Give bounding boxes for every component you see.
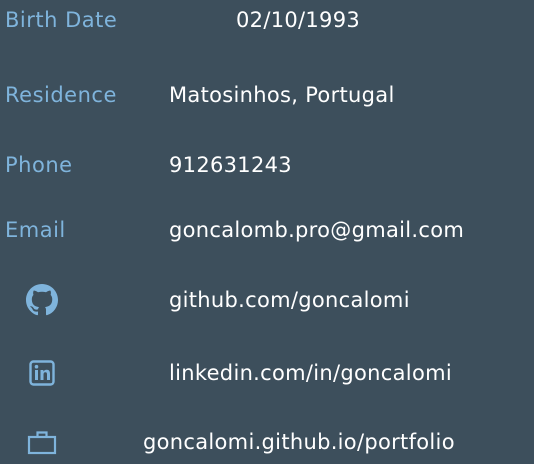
birth-date-label: Birth Date <box>5 8 118 32</box>
residence-label: Residence <box>5 83 117 107</box>
residence-row: Residence Matosinhos, Portugal <box>0 75 534 115</box>
portfolio-row: goncalomi.github.io/portfolio <box>0 422 534 462</box>
linkedin-icon <box>22 353 62 393</box>
contact-info-card: Birth Date 02/10/1993 Residence Matosinh… <box>0 0 534 464</box>
github-link[interactable]: github.com/goncalomi <box>169 280 410 320</box>
linkedin-row: linkedin.com/in/goncalomi <box>0 353 534 393</box>
birth-date-row: Birth Date 02/10/1993 <box>0 0 534 40</box>
github-icon <box>22 280 62 320</box>
email-row: Email goncalomb.pro@gmail.com <box>0 210 534 250</box>
github-row: github.com/goncalomi <box>0 280 534 320</box>
email-link[interactable]: goncalomb.pro@gmail.com <box>169 210 464 250</box>
residence-value: Matosinhos, Portugal <box>169 83 395 107</box>
briefcase-icon <box>22 422 62 462</box>
email-label: Email <box>5 218 66 242</box>
birth-date-value: 02/10/1993 <box>236 8 361 32</box>
phone-label: Phone <box>5 153 73 177</box>
linkedin-link[interactable]: linkedin.com/in/goncalomi <box>169 353 452 393</box>
phone-row: Phone 912631243 <box>0 145 534 185</box>
portfolio-link[interactable]: goncalomi.github.io/portfolio <box>143 422 455 462</box>
phone-value: 912631243 <box>169 153 292 177</box>
